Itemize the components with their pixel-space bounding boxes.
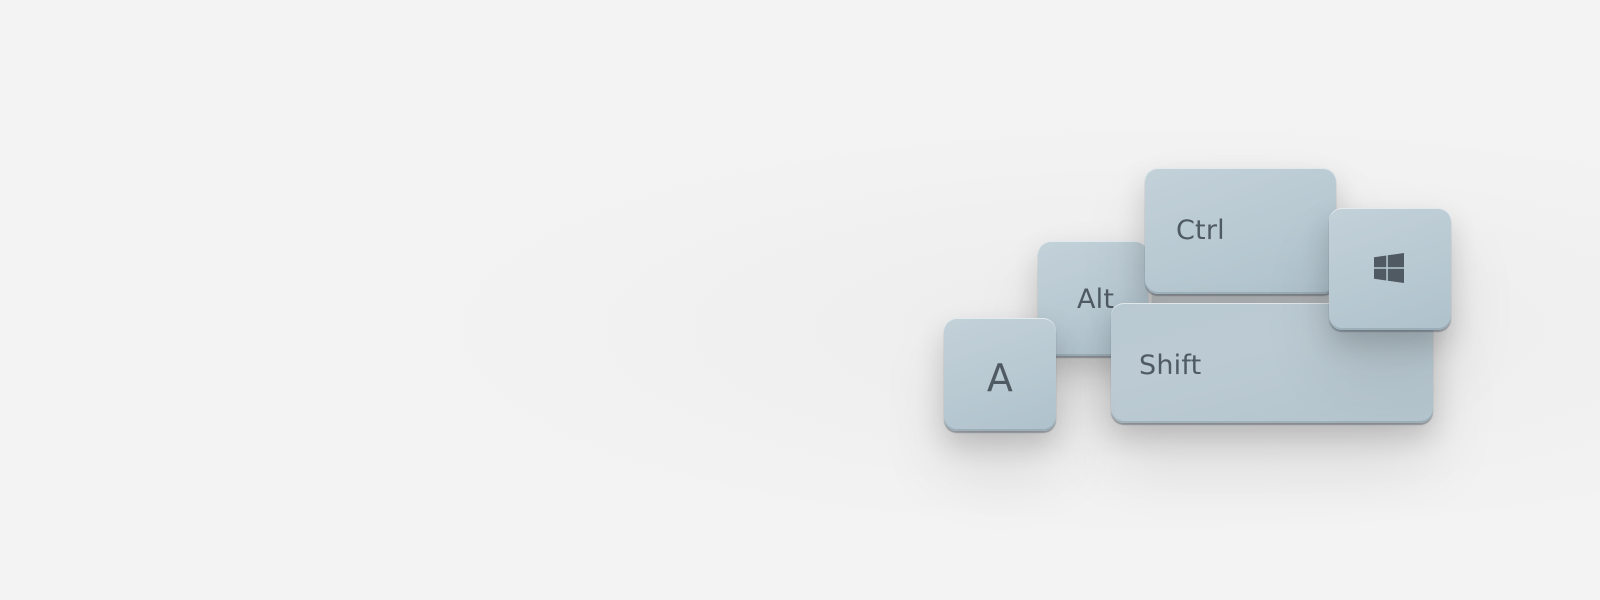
ctrl-key-label: Ctrl bbox=[1176, 215, 1225, 246]
a-key: A bbox=[944, 318, 1056, 431]
a-key-label: A bbox=[986, 356, 1014, 400]
alt-key-label: Alt bbox=[1077, 284, 1115, 315]
shift-key-label: Shift bbox=[1139, 350, 1202, 381]
windows-key bbox=[1329, 208, 1451, 330]
hero-banner: Alt Ctrl Shift A bbox=[0, 0, 1600, 600]
windows-logo-icon bbox=[1374, 253, 1404, 283]
ctrl-key: Ctrl bbox=[1145, 168, 1336, 294]
